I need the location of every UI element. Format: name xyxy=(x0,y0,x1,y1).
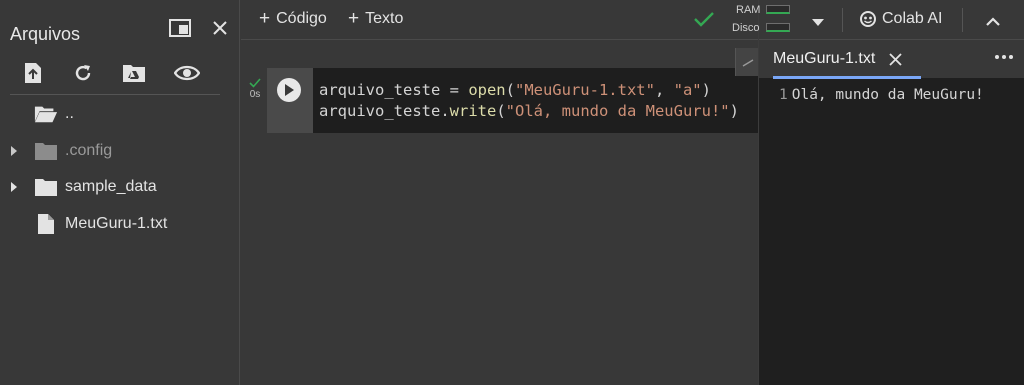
plus-icon: + xyxy=(259,8,271,29)
ram-label: RAM xyxy=(736,4,761,16)
editor-tabbar: MeuGuru-1.txt xyxy=(759,40,1024,79)
code-token: arquivo_teste. xyxy=(319,102,450,120)
cell-gutter xyxy=(267,68,313,133)
notebook-toolbar: + Código + Texto xyxy=(241,0,758,40)
plus-icon: + xyxy=(348,8,360,29)
ram-bar xyxy=(766,5,790,14)
show-hidden-files-icon[interactable] xyxy=(173,60,201,86)
refresh-icon[interactable] xyxy=(70,60,96,86)
code-token: open xyxy=(468,81,506,99)
play-icon xyxy=(285,84,294,96)
colab-ai-icon xyxy=(860,11,876,27)
add-text-button[interactable]: + Texto xyxy=(348,8,404,29)
code-token: "a" xyxy=(673,81,702,99)
toolbar-divider xyxy=(842,8,843,32)
disk-bar xyxy=(766,23,790,32)
close-tab-icon[interactable] xyxy=(889,52,902,66)
line-text: Olá, mundo da MeuGuru! xyxy=(791,87,984,103)
add-code-button[interactable]: + Código xyxy=(259,8,327,29)
close-icon[interactable] xyxy=(208,17,232,39)
chevron-right-icon[interactable] xyxy=(8,180,20,194)
resources-dropdown-icon[interactable] xyxy=(812,14,824,32)
editor-tab[interactable]: MeuGuru-1.txt xyxy=(773,40,902,78)
resources-indicator[interactable]: RAM Disco xyxy=(732,3,792,37)
file-row-meuguru[interactable]: MeuGuru-1.txt xyxy=(0,206,240,242)
code-token: ( xyxy=(496,102,506,120)
editor-tab-title: MeuGuru-1.txt xyxy=(773,50,876,67)
sidebar-title: Arquivos xyxy=(10,24,81,44)
toolbar-divider xyxy=(962,8,963,32)
mount-drive-icon[interactable] xyxy=(121,60,147,86)
scroll-handle[interactable] xyxy=(735,48,758,76)
file-row-parent[interactable]: .. xyxy=(0,96,240,132)
files-sidebar: Arquivos .. .config sample_data MeuGuru-… xyxy=(0,0,240,385)
chevron-right-icon[interactable] xyxy=(8,144,20,158)
run-cell-button[interactable] xyxy=(277,78,301,102)
colab-ai-label: Colab AI xyxy=(882,10,943,27)
disk-label: Disco xyxy=(732,22,760,34)
file-name: .. xyxy=(65,105,74,122)
add-code-label: Código xyxy=(276,10,327,27)
code-cell[interactable]: arquivo_teste = open("MeuGuru-1.txt", "a… xyxy=(267,68,758,133)
cell-status: 0s xyxy=(247,78,263,100)
add-text-label: Texto xyxy=(365,10,404,27)
file-name: MeuGuru-1.txt xyxy=(65,215,168,232)
connected-check-icon xyxy=(694,11,714,32)
folder-icon xyxy=(34,176,58,198)
line-number: 1 xyxy=(779,87,788,103)
colab-ai-button[interactable]: Colab AI xyxy=(860,10,942,28)
more-options-icon[interactable] xyxy=(995,55,1013,59)
code-token: ) xyxy=(729,102,739,120)
code-token: "Olá, mundo da MeuGuru!" xyxy=(505,102,730,120)
folder-open-icon xyxy=(34,103,58,125)
file-name: sample_data xyxy=(65,178,157,195)
upload-file-icon[interactable] xyxy=(20,60,46,86)
cell-exec-time: 0s xyxy=(249,89,261,100)
colab-window: Arquivos .. .config sample_data MeuGuru-… xyxy=(0,0,1024,385)
file-editor-pane: MeuGuru-1.txt 1 Olá, mundo da MeuGuru! xyxy=(758,0,1024,385)
chevron-up-icon[interactable] xyxy=(986,13,1000,31)
code-token: write xyxy=(449,102,497,120)
code-token: ) xyxy=(701,81,711,99)
collapse-icon xyxy=(742,59,754,67)
file-row-sample-data[interactable]: sample_data xyxy=(0,169,240,205)
file-name: .config xyxy=(65,142,113,159)
file-icon xyxy=(37,213,61,235)
code-token: arquivo_teste = xyxy=(319,81,469,99)
active-tab-indicator xyxy=(773,76,921,79)
open-in-tab-icon[interactable] xyxy=(168,17,192,39)
sidebar-divider xyxy=(10,94,220,95)
code-token: , xyxy=(654,81,674,99)
code-token: ( xyxy=(505,81,515,99)
folder-icon xyxy=(34,140,58,162)
sidebar-toolbar xyxy=(0,58,240,94)
code-token: "MeuGuru-1.txt" xyxy=(514,81,655,99)
check-icon xyxy=(249,78,261,88)
file-row-config[interactable]: .config xyxy=(0,133,240,169)
notebook-area: + Código + Texto arquivo_teste = open("M… xyxy=(241,0,758,385)
cell-code[interactable]: arquivo_teste = open("MeuGuru-1.txt", "a… xyxy=(319,80,739,122)
editor-line[interactable]: 1 Olá, mundo da MeuGuru! xyxy=(779,87,984,103)
